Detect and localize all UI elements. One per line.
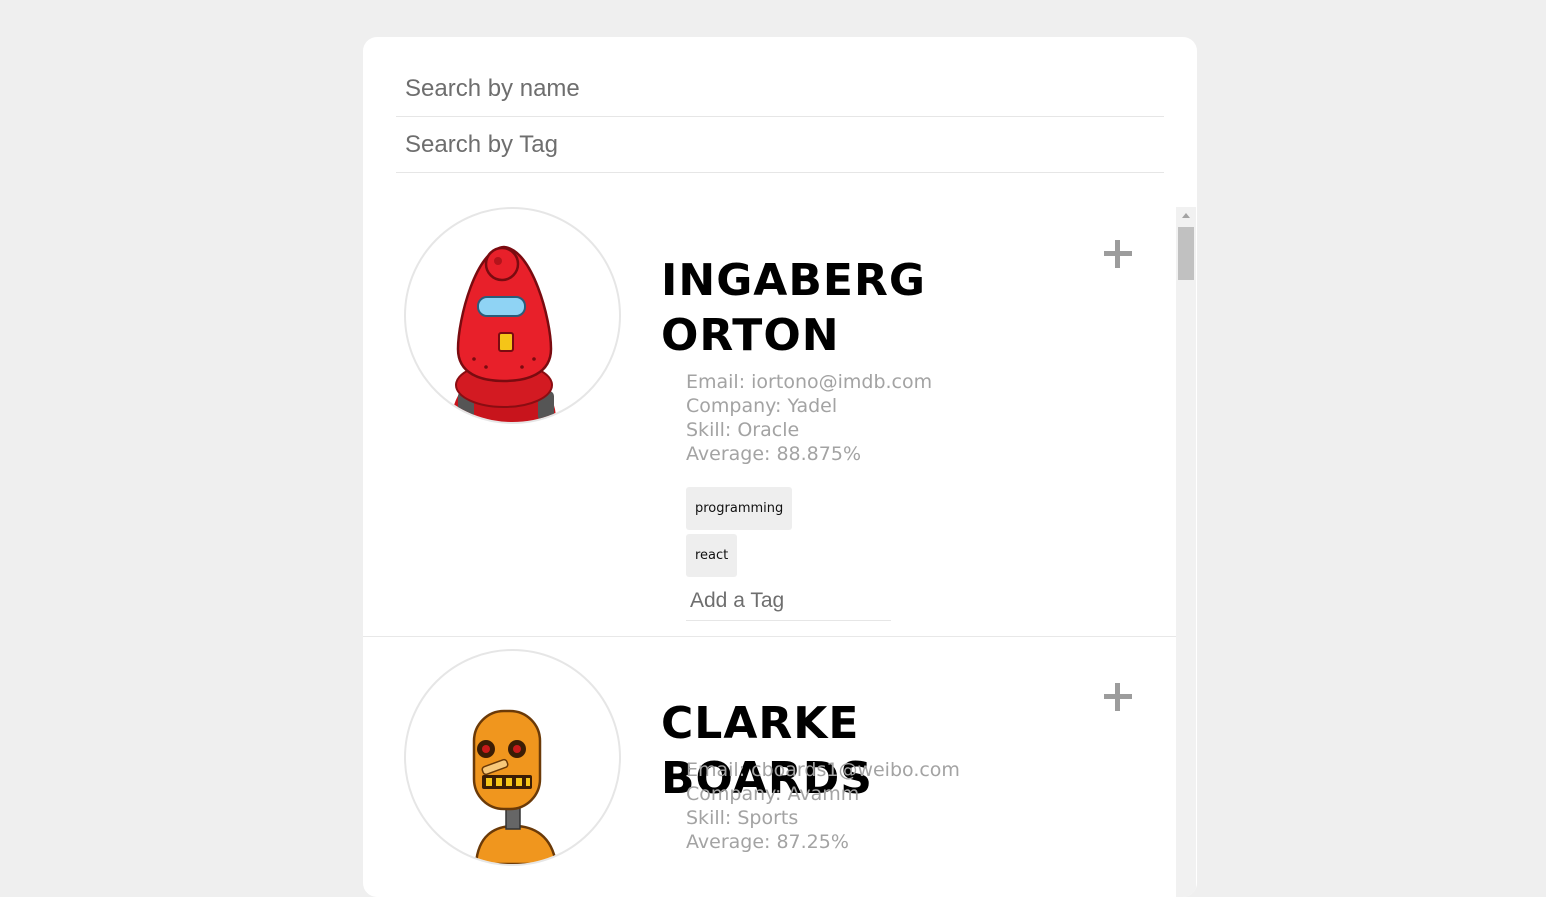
list-scrollbar[interactable] bbox=[1176, 207, 1196, 897]
scrollbar-thumb[interactable] bbox=[1178, 227, 1194, 280]
student-name-line-1: INGABERG bbox=[661, 255, 926, 306]
tag-chip: react bbox=[686, 534, 738, 577]
red-robot-icon bbox=[404, 207, 621, 424]
orange-robot-icon bbox=[404, 649, 621, 866]
plus-icon-vertical bbox=[1115, 240, 1120, 268]
student-skill: Skill: Sports bbox=[686, 807, 799, 829]
student-skill: Skill: Oracle bbox=[686, 419, 800, 441]
tag-list: programming react bbox=[686, 487, 891, 621]
student-email: Email: cboards1@weibo.com bbox=[686, 759, 960, 781]
search-by-name-input[interactable] bbox=[396, 61, 1164, 117]
search-by-tag-input[interactable] bbox=[396, 118, 1164, 173]
add-tag-input[interactable] bbox=[686, 581, 891, 621]
tag-chip: programming bbox=[686, 487, 793, 530]
student-company: Company: Yadel bbox=[686, 395, 838, 417]
student-details: Email: iortono@imdb.com Company: Yadel S… bbox=[686, 370, 932, 466]
student-card: CLARKE BOARDS Email: cboards1@weibo.com … bbox=[363, 637, 1176, 897]
plus-icon[interactable] bbox=[1101, 237, 1135, 271]
students-card: INGABERG ORTON Email: iortono@imdb.com C… bbox=[363, 37, 1197, 897]
student-details: Email: cboards1@weibo.com Company: Avamm… bbox=[686, 758, 960, 854]
plus-icon-vertical bbox=[1115, 683, 1120, 711]
student-list: INGABERG ORTON Email: iortono@imdb.com C… bbox=[363, 207, 1176, 897]
student-name: INGABERG ORTON bbox=[661, 253, 1041, 363]
student-average: Average: 88.875% bbox=[686, 443, 861, 465]
student-name-line-2: ORTON bbox=[661, 310, 840, 361]
student-email: Email: iortono@imdb.com bbox=[686, 371, 933, 393]
scroll-up-arrow-icon[interactable] bbox=[1182, 213, 1190, 218]
plus-icon[interactable] bbox=[1101, 680, 1135, 714]
student-card: INGABERG ORTON Email: iortono@imdb.com C… bbox=[363, 207, 1176, 637]
student-average: Average: 87.25% bbox=[686, 831, 849, 853]
student-company: Company: Avamm bbox=[686, 783, 860, 805]
